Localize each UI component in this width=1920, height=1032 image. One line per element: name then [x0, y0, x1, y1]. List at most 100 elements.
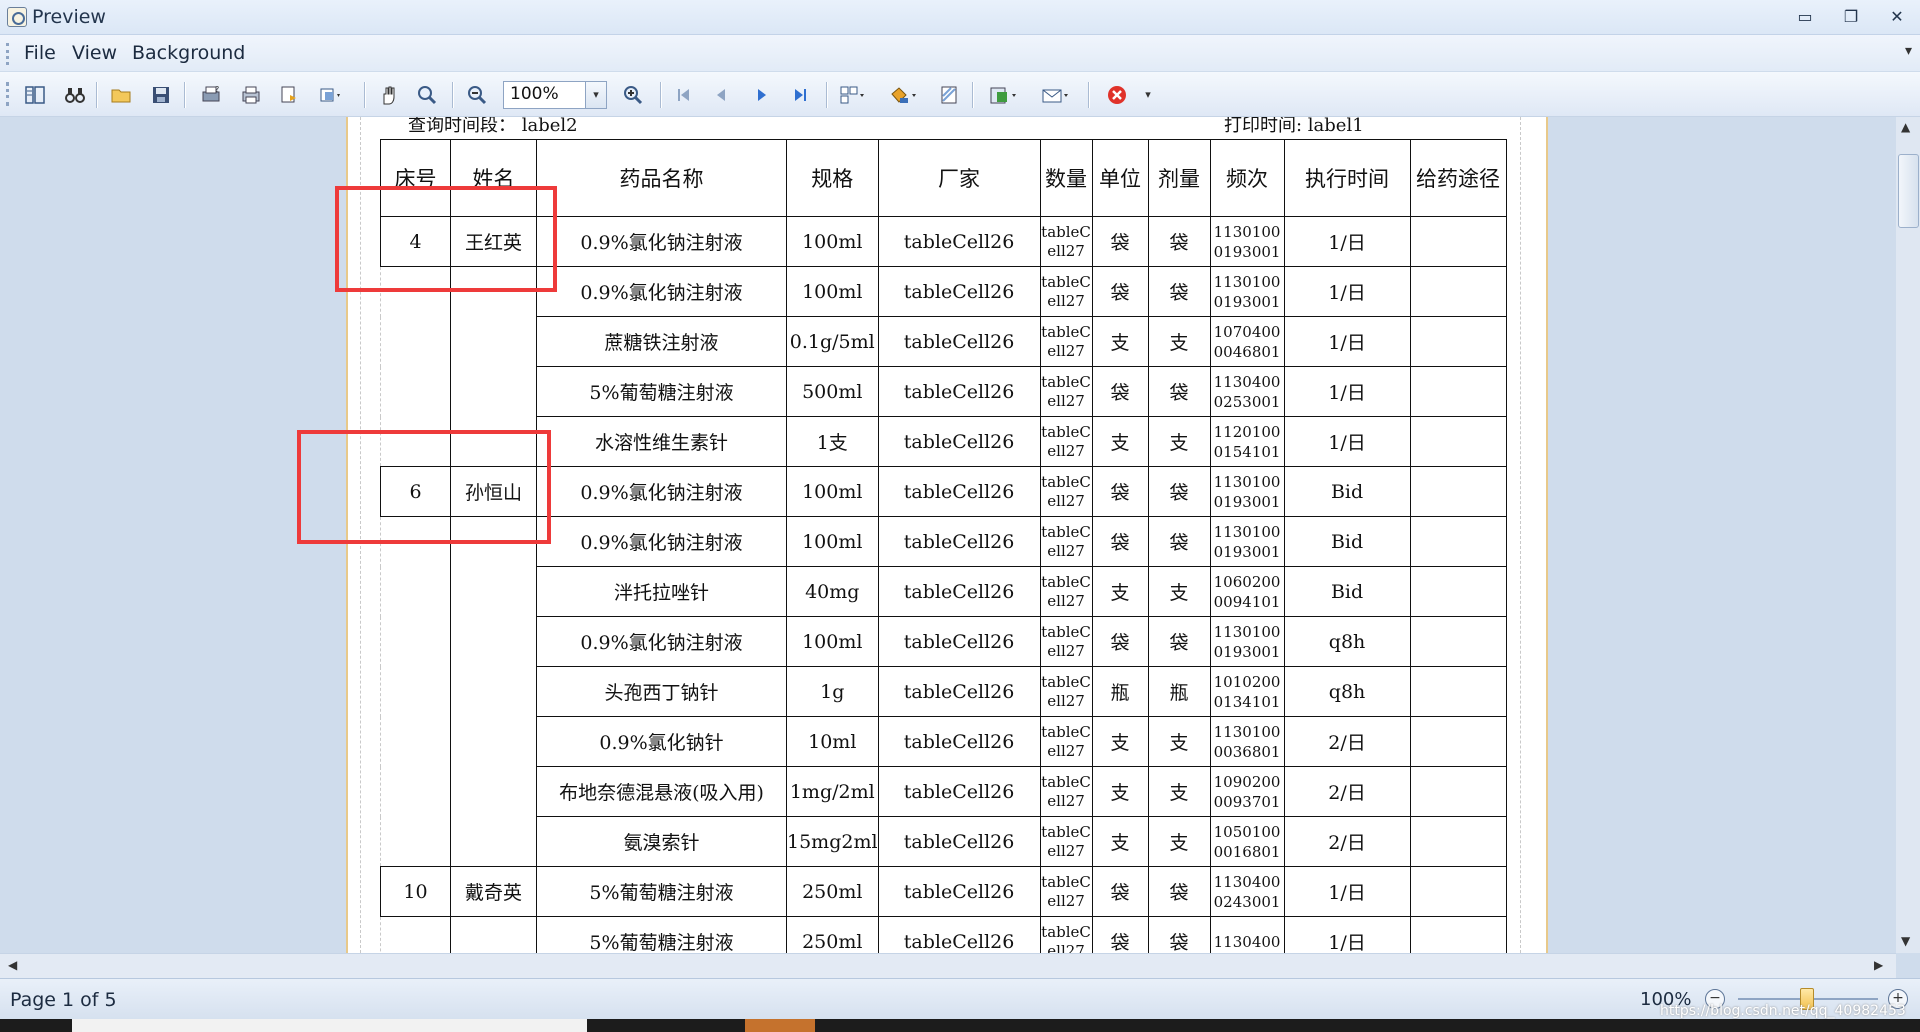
toolbar-overflow-chevron-icon[interactable]: ▾ — [1140, 82, 1156, 108]
cell-freq: 1050100 0016801 — [1209, 816, 1285, 867]
cell-unit: 袋 — [1091, 616, 1149, 667]
cell-freq: 1120100 0154101 — [1209, 416, 1285, 467]
zoom-dropdown-icon[interactable]: ▾ — [585, 82, 606, 108]
cell-dose: 袋 — [1147, 866, 1211, 917]
cell-route — [1409, 266, 1507, 317]
cell-time: Bid — [1283, 516, 1411, 567]
preview-area[interactable]: 查询时间段： label2 打印时间: label1 床号 姓名 药品名称 规格 厂家数… — [0, 117, 1896, 953]
cell-drug: 蔗糖铁注射液 — [536, 316, 787, 367]
print-icon[interactable] — [238, 82, 264, 108]
cell-route — [1409, 866, 1507, 917]
save-icon[interactable] — [148, 82, 174, 108]
menu-overflow-chevron-icon[interactable]: ▾ — [1905, 43, 1912, 59]
cell-drug: 5%葡萄糖注射液 — [536, 866, 787, 917]
status-bar: Page 1 of 5 100% − + — [0, 978, 1920, 1019]
cell-freq: 1010200 0134101 — [1209, 666, 1285, 717]
watermark-icon[interactable] — [936, 82, 962, 108]
menu-view[interactable]: View — [72, 42, 117, 64]
cell-dose: 袋 — [1147, 466, 1211, 517]
cell-time: 2/日 — [1283, 766, 1411, 817]
cell-spec: 1g — [786, 666, 879, 717]
cell-unit: 瓶 — [1091, 666, 1149, 717]
cell-drug: 氨溴索针 — [536, 816, 787, 867]
toolbar-separator — [972, 82, 973, 108]
page-setup-icon[interactable] — [318, 82, 344, 108]
cell-time: Bid — [1283, 466, 1411, 517]
cell-dose: 袋 — [1147, 516, 1211, 567]
column-header: 剂量 — [1147, 139, 1211, 217]
zoom-combo[interactable]: 100% ▾ — [503, 81, 607, 109]
last-page-icon[interactable] — [788, 82, 814, 108]
cell-unit: 支 — [1091, 766, 1149, 817]
horizontal-scrollbar[interactable]: ◀ ▶ — [0, 953, 1896, 978]
close-preview-icon[interactable] — [1104, 82, 1130, 108]
cell-dose: 支 — [1147, 716, 1211, 767]
quick-print-icon[interactable] — [276, 82, 302, 108]
cell-freq: 1130400 0253001 — [1209, 366, 1285, 417]
menu-background[interactable]: Background — [132, 42, 245, 64]
zoom-out-icon[interactable] — [464, 82, 490, 108]
cell-name — [450, 366, 537, 417]
cell-bed — [380, 816, 451, 867]
hand-tool-icon[interactable] — [376, 82, 402, 108]
cell-unit: 袋 — [1091, 866, 1149, 917]
open-folder-icon[interactable] — [108, 82, 134, 108]
zoom-in-icon[interactable] — [620, 82, 646, 108]
cell-name — [450, 566, 537, 617]
cell-bed — [380, 566, 451, 617]
magnifier-icon[interactable] — [414, 82, 440, 108]
send-email-icon[interactable] — [1040, 82, 1068, 108]
cell-unit: 支 — [1091, 316, 1149, 367]
minimize-button[interactable]: ▭ — [1792, 6, 1818, 28]
scroll-down-icon[interactable]: ▼ — [1901, 934, 1910, 948]
cell-dose: 支 — [1147, 416, 1211, 467]
find-binoculars-icon[interactable] — [62, 82, 88, 108]
cell-unit: 袋 — [1091, 216, 1149, 267]
cell-qty: tableC ell27 — [1039, 466, 1093, 517]
multiple-pages-icon[interactable] — [838, 82, 864, 108]
cell-freq: 1130100 0036801 — [1209, 716, 1285, 767]
cell-spec: 0.1g/5ml — [786, 316, 879, 367]
print-setup-icon[interactable]: ? — [198, 82, 224, 108]
cell-time: 1/日 — [1283, 916, 1411, 953]
scroll-up-icon[interactable]: ▲ — [1901, 120, 1910, 134]
cell-maker: tableCell26 — [877, 716, 1041, 767]
cell-name — [450, 316, 537, 367]
cell-route — [1409, 616, 1507, 667]
cell-spec: 1支 — [786, 416, 879, 467]
column-header: 药品名称 — [536, 139, 787, 217]
menu-grip[interactable] — [6, 43, 12, 65]
menu-file[interactable]: File — [24, 42, 56, 64]
scroll-left-icon[interactable]: ◀ — [8, 958, 17, 972]
first-page-icon[interactable] — [670, 82, 696, 108]
export-document-icon[interactable] — [988, 82, 1016, 108]
cell-freq: 1130100 0193001 — [1209, 466, 1285, 517]
cell-qty: tableC ell27 — [1039, 666, 1093, 717]
taskbar-item-active[interactable] — [745, 1019, 815, 1032]
cell-drug: 0.9%氯化钠注射液 — [536, 216, 787, 267]
document-map-icon[interactable] — [22, 82, 48, 108]
background-color-icon[interactable] — [888, 82, 916, 108]
previous-page-icon[interactable] — [708, 82, 734, 108]
vertical-scroll-thumb[interactable] — [1898, 154, 1919, 228]
cell-freq: 1130400 0243001 — [1209, 866, 1285, 917]
cell-spec: 100ml — [786, 216, 879, 267]
cell-drug: 水溶性维生素针 — [536, 416, 787, 467]
taskbar-item[interactable] — [72, 1019, 587, 1032]
vertical-scrollbar[interactable] — [1896, 117, 1920, 953]
cell-unit: 支 — [1091, 566, 1149, 617]
cell-route — [1409, 466, 1507, 517]
table-row: 0.9%氯化钠针 10ml tableCell26 tableC ell27 支支 1130… — [380, 716, 1507, 767]
cell-time: Bid — [1283, 566, 1411, 617]
cell-unit: 支 — [1091, 716, 1149, 767]
next-page-icon[interactable] — [748, 82, 774, 108]
cell-route — [1409, 716, 1507, 767]
cell-maker: tableCell26 — [877, 566, 1041, 617]
scroll-right-icon[interactable]: ▶ — [1874, 958, 1883, 972]
cell-maker: tableCell26 — [877, 666, 1041, 717]
cell-name — [450, 616, 537, 667]
restore-button[interactable]: ❐ — [1838, 6, 1864, 28]
cell-route — [1409, 366, 1507, 417]
close-window-button[interactable]: ✕ — [1884, 6, 1910, 28]
toolbar-grip[interactable] — [6, 82, 12, 106]
